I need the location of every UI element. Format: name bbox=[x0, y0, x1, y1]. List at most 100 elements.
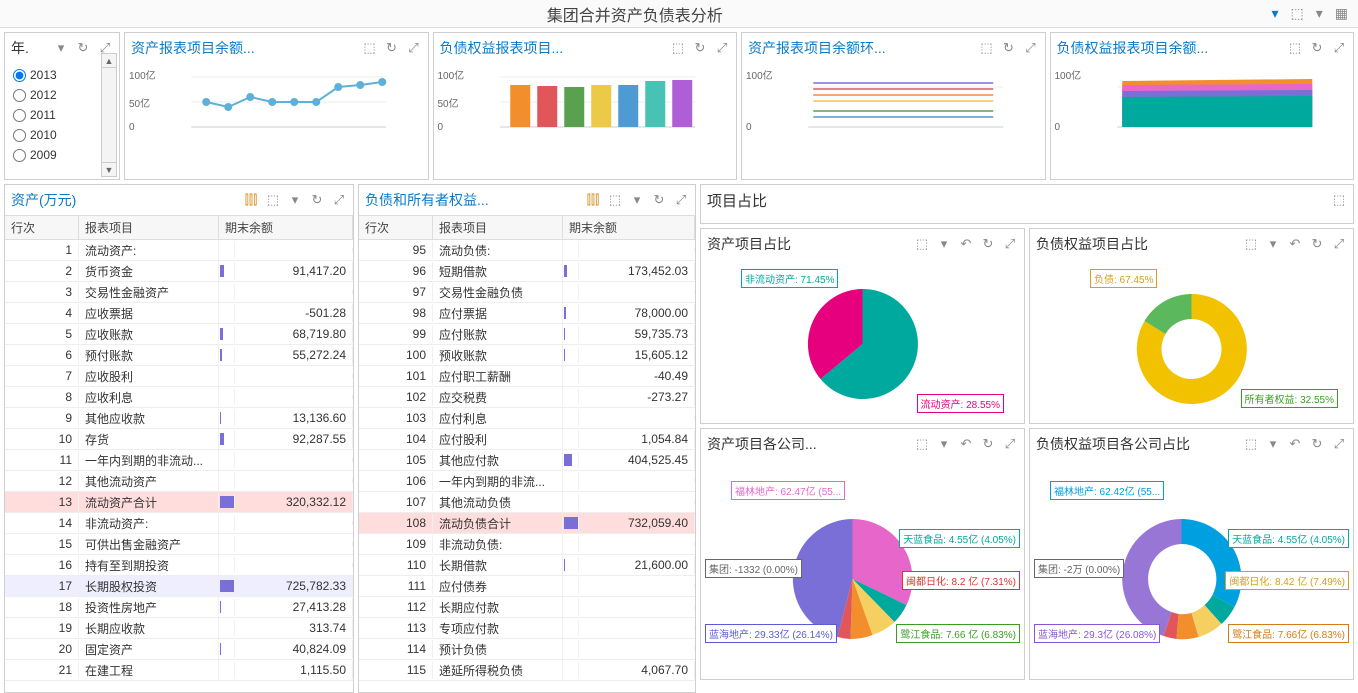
expand-icon[interactable]: ⤢ bbox=[673, 192, 689, 208]
table-row[interactable]: 4应收票据-501.28 bbox=[5, 303, 353, 324]
filter-icon[interactable]: ▾ bbox=[53, 40, 69, 56]
undo-icon[interactable]: ↶ bbox=[958, 236, 974, 252]
filter-icon[interactable]: ▾ bbox=[1265, 436, 1281, 452]
expand-icon[interactable]: ⤢ bbox=[1331, 40, 1347, 56]
table-row[interactable]: 16持有至到期投资 bbox=[5, 555, 353, 576]
table-row[interactable]: 104应付股利1,054.84 bbox=[359, 429, 695, 450]
undo-icon[interactable]: ↶ bbox=[958, 436, 974, 452]
bars-icon[interactable]: ⫿⫿⫿ bbox=[585, 192, 601, 208]
refresh-icon[interactable]: ↻ bbox=[1309, 236, 1325, 252]
expand-icon[interactable]: ⤢ bbox=[331, 192, 347, 208]
refresh-icon[interactable]: ↻ bbox=[651, 192, 667, 208]
year-option[interactable]: 2010 bbox=[13, 125, 111, 145]
table-row[interactable]: 115递延所得税负债4,067.70 bbox=[359, 660, 695, 681]
refresh-icon[interactable]: ↻ bbox=[980, 436, 996, 452]
table-row[interactable]: 106一年内到期的非流... bbox=[359, 471, 695, 492]
table-row[interactable]: 98应付票据78,000.00 bbox=[359, 303, 695, 324]
export-icon[interactable]: ⬚ bbox=[979, 40, 995, 56]
refresh-icon[interactable]: ↻ bbox=[384, 40, 400, 56]
table-row[interactable]: 109非流动负债: bbox=[359, 534, 695, 555]
table-row[interactable]: 105其他应付款404,525.45 bbox=[359, 450, 695, 471]
table-row[interactable]: 12其他流动资产 bbox=[5, 471, 353, 492]
undo-icon[interactable]: ↶ bbox=[1287, 436, 1303, 452]
table-row[interactable]: 114预计负债 bbox=[359, 639, 695, 660]
expand-icon[interactable]: ⤢ bbox=[406, 40, 422, 56]
bars-icon[interactable]: ⫿⫿⫿ bbox=[243, 192, 259, 208]
expand-icon[interactable]: ⤢ bbox=[714, 40, 730, 56]
export-icon[interactable]: ⬚ bbox=[362, 40, 378, 56]
scroll-down-icon[interactable]: ▼ bbox=[102, 162, 116, 176]
export-icon[interactable]: ⬚ bbox=[914, 436, 930, 452]
table-row[interactable]: 102应交税费-273.27 bbox=[359, 387, 695, 408]
scrollbar[interactable]: ▲▼ bbox=[101, 53, 117, 177]
table-row[interactable]: 5应收账款68,719.80 bbox=[5, 324, 353, 345]
export-icon[interactable]: ⬚ bbox=[1243, 436, 1259, 452]
filter-icon[interactable]: ▾ bbox=[287, 192, 303, 208]
filter-icon[interactable]: ▾ bbox=[629, 192, 645, 208]
table-row[interactable]: 108流动负债合计732,059.40 bbox=[359, 513, 695, 534]
table-row[interactable]: 1流动资产: bbox=[5, 240, 353, 261]
year-radio[interactable] bbox=[13, 69, 26, 82]
expand-icon[interactable]: ⤢ bbox=[1331, 436, 1347, 452]
table-row[interactable]: 101应付职工薪酬-40.49 bbox=[359, 366, 695, 387]
year-option[interactable]: 2009 bbox=[13, 145, 111, 165]
table-row[interactable]: 3交易性金融资产 bbox=[5, 282, 353, 303]
table-row[interactable]: 111应付债券 bbox=[359, 576, 695, 597]
table-row[interactable]: 15可供出售金融资产 bbox=[5, 534, 353, 555]
table-row[interactable]: 112长期应付款 bbox=[359, 597, 695, 618]
expand-icon[interactable]: ⤢ bbox=[1002, 236, 1018, 252]
refresh-icon[interactable]: ↻ bbox=[1309, 436, 1325, 452]
table-row[interactable]: 21在建工程1,115.50 bbox=[5, 660, 353, 681]
filter-icon[interactable]: ▾ bbox=[936, 436, 952, 452]
filter-icon[interactable]: ▾ bbox=[1265, 236, 1281, 252]
table-row[interactable]: 7应收股利 bbox=[5, 366, 353, 387]
export-icon[interactable]: ⬚ bbox=[670, 40, 686, 56]
year-radio[interactable] bbox=[13, 109, 26, 122]
export-icon[interactable]: ⬚ bbox=[1291, 5, 1304, 22]
grid-icon[interactable]: ▦ bbox=[1335, 5, 1348, 22]
export-icon[interactable]: ⬚ bbox=[607, 192, 623, 208]
export-icon[interactable]: ⬚ bbox=[1243, 236, 1259, 252]
export-icon[interactable]: ⬚ bbox=[1287, 40, 1303, 56]
refresh-icon[interactable]: ↻ bbox=[75, 40, 91, 56]
export-icon[interactable]: ⬚ bbox=[914, 236, 930, 252]
year-radio[interactable] bbox=[13, 129, 26, 142]
expand-icon[interactable]: ⤢ bbox=[1023, 40, 1039, 56]
export-icon[interactable]: ⬚ bbox=[265, 192, 281, 208]
filter-icon[interactable]: ▾ bbox=[936, 236, 952, 252]
expand-icon[interactable]: ⤢ bbox=[1331, 236, 1347, 252]
table-row[interactable]: 96短期借款173,452.03 bbox=[359, 261, 695, 282]
refresh-icon[interactable]: ↻ bbox=[1001, 40, 1017, 56]
year-option[interactable]: 2011 bbox=[13, 105, 111, 125]
table-row[interactable]: 103应付利息 bbox=[359, 408, 695, 429]
undo-icon[interactable]: ↶ bbox=[1287, 236, 1303, 252]
table-row[interactable]: 17长期股权投资725,782.33 bbox=[5, 576, 353, 597]
filter-icon[interactable]: ▾ bbox=[1316, 5, 1323, 22]
table-row[interactable]: 11一年内到期的非流动... bbox=[5, 450, 353, 471]
refresh-icon[interactable]: ↻ bbox=[1309, 40, 1325, 56]
table-row[interactable]: 18投资性房地产27,413.28 bbox=[5, 597, 353, 618]
refresh-icon[interactable]: ↻ bbox=[692, 40, 708, 56]
table-row[interactable]: 100预收账款15,605.12 bbox=[359, 345, 695, 366]
table-row[interactable]: 13流动资产合计320,332.12 bbox=[5, 492, 353, 513]
table-row[interactable]: 99应付账款59,735.73 bbox=[359, 324, 695, 345]
table-row[interactable]: 2货币资金91,417.20 bbox=[5, 261, 353, 282]
table-row[interactable]: 10存货92,287.55 bbox=[5, 429, 353, 450]
year-option[interactable]: 2012 bbox=[13, 85, 111, 105]
table-row[interactable]: 8应收利息 bbox=[5, 387, 353, 408]
export-icon[interactable]: ⬚ bbox=[1331, 192, 1347, 208]
table-row[interactable]: 20固定资产40,824.09 bbox=[5, 639, 353, 660]
table-row[interactable]: 113专项应付款 bbox=[359, 618, 695, 639]
table-row[interactable]: 9其他应收款13,136.60 bbox=[5, 408, 353, 429]
year-radio[interactable] bbox=[13, 149, 26, 162]
expand-icon[interactable]: ⤢ bbox=[1002, 436, 1018, 452]
refresh-icon[interactable]: ↻ bbox=[980, 236, 996, 252]
table-row[interactable]: 97交易性金融负债 bbox=[359, 282, 695, 303]
table-row[interactable]: 19长期应收款313.74 bbox=[5, 618, 353, 639]
table-row[interactable]: 110长期借款21,600.00 bbox=[359, 555, 695, 576]
table-row[interactable]: 107其他流动负债 bbox=[359, 492, 695, 513]
year-option[interactable]: 2013 bbox=[13, 65, 111, 85]
scroll-up-icon[interactable]: ▲ bbox=[102, 54, 116, 68]
table-row[interactable]: 14非流动资产: bbox=[5, 513, 353, 534]
year-radio[interactable] bbox=[13, 89, 26, 102]
